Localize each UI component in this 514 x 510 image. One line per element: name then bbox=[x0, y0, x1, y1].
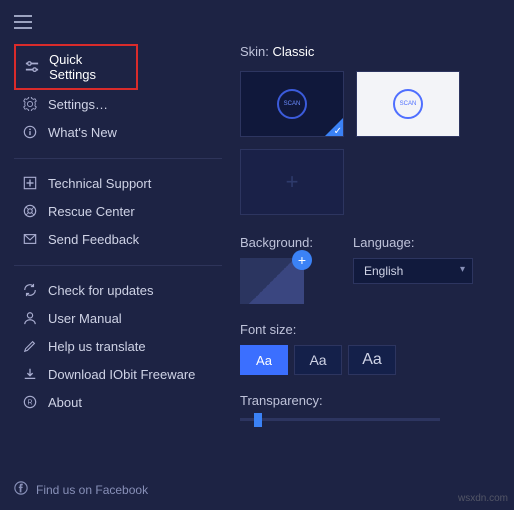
divider bbox=[14, 265, 222, 266]
content-panel: Skin: Classic SCAN SCAN + Background: + … bbox=[230, 44, 514, 494]
sidebar-item-quick-settings[interactable]: Quick Settings bbox=[14, 44, 138, 90]
plus-icon: + bbox=[286, 169, 299, 195]
sidebar-item-tech-support[interactable]: Technical Support bbox=[14, 169, 230, 197]
facebook-text: Find us on Facebook bbox=[36, 483, 148, 497]
language-label: Language: bbox=[353, 235, 473, 250]
divider bbox=[14, 158, 222, 159]
refresh-icon bbox=[22, 282, 38, 298]
add-background-badge[interactable]: + bbox=[292, 250, 312, 270]
sidebar-item-label: Rescue Center bbox=[48, 204, 135, 219]
hamburger-menu-button[interactable] bbox=[14, 10, 38, 34]
sidebar-item-check-updates[interactable]: Check for updates bbox=[14, 276, 230, 304]
sidebar-item-download-freeware[interactable]: Download IObit Freeware bbox=[14, 360, 230, 388]
sidebar-item-user-manual[interactable]: User Manual bbox=[14, 304, 230, 332]
scan-circle: SCAN bbox=[277, 89, 307, 119]
sidebar-item-label: What's New bbox=[48, 125, 117, 140]
skin-thumb-classic-light[interactable]: SCAN bbox=[356, 71, 460, 137]
font-size-small[interactable]: Aa bbox=[240, 345, 288, 375]
download-icon bbox=[22, 366, 38, 382]
font-size-label: Font size: bbox=[240, 322, 494, 337]
sidebar-item-label: Check for updates bbox=[48, 283, 154, 298]
sidebar-item-label: Quick Settings bbox=[49, 52, 128, 82]
sidebar: Quick Settings Settings… What's New bbox=[0, 44, 230, 494]
sliders-icon bbox=[24, 59, 39, 75]
sidebar-item-label: Settings… bbox=[48, 97, 108, 112]
language-select[interactable]: English bbox=[353, 258, 473, 284]
facebook-link[interactable]: Find us on Facebook bbox=[14, 481, 148, 498]
background-thumb[interactable]: + bbox=[240, 258, 304, 304]
skin-label: Skin: bbox=[240, 44, 273, 59]
user-icon bbox=[22, 310, 38, 326]
sidebar-item-about[interactable]: R About bbox=[14, 388, 230, 416]
watermark: wsxdn.com bbox=[458, 493, 508, 504]
sidebar-item-label: About bbox=[48, 395, 82, 410]
transparency-slider[interactable] bbox=[240, 418, 440, 421]
svg-text:R: R bbox=[27, 400, 32, 407]
scan-circle: SCAN bbox=[393, 89, 423, 119]
sidebar-item-send-feedback[interactable]: Send Feedback bbox=[14, 225, 230, 253]
lifebuoy-icon bbox=[22, 203, 38, 219]
sidebar-item-settings[interactable]: Settings… bbox=[14, 90, 230, 118]
info-icon bbox=[22, 124, 38, 140]
sidebar-item-label: Send Feedback bbox=[48, 232, 139, 247]
sidebar-item-label: Technical Support bbox=[48, 176, 151, 191]
edit-icon bbox=[22, 338, 38, 354]
facebook-icon bbox=[14, 481, 28, 498]
skin-thumb-add[interactable]: + bbox=[240, 149, 344, 215]
skin-value: Classic bbox=[273, 44, 315, 59]
font-size-large[interactable]: Aa bbox=[348, 345, 396, 375]
plus-square-icon bbox=[22, 175, 38, 191]
mail-icon bbox=[22, 231, 38, 247]
sidebar-item-whats-new[interactable]: What's New bbox=[14, 118, 230, 146]
sidebar-item-rescue-center[interactable]: Rescue Center bbox=[14, 197, 230, 225]
sidebar-item-label: Download IObit Freeware bbox=[48, 367, 195, 382]
skin-thumb-classic-dark[interactable]: SCAN bbox=[240, 71, 344, 137]
background-label: Background: bbox=[240, 235, 313, 250]
sidebar-item-help-translate[interactable]: Help us translate bbox=[14, 332, 230, 360]
sidebar-item-label: User Manual bbox=[48, 311, 122, 326]
registered-icon: R bbox=[22, 394, 38, 410]
sidebar-item-label: Help us translate bbox=[48, 339, 146, 354]
transparency-label: Transparency: bbox=[240, 393, 494, 408]
font-size-medium[interactable]: Aa bbox=[294, 345, 342, 375]
gear-icon bbox=[22, 96, 38, 112]
slider-thumb[interactable] bbox=[254, 413, 262, 427]
